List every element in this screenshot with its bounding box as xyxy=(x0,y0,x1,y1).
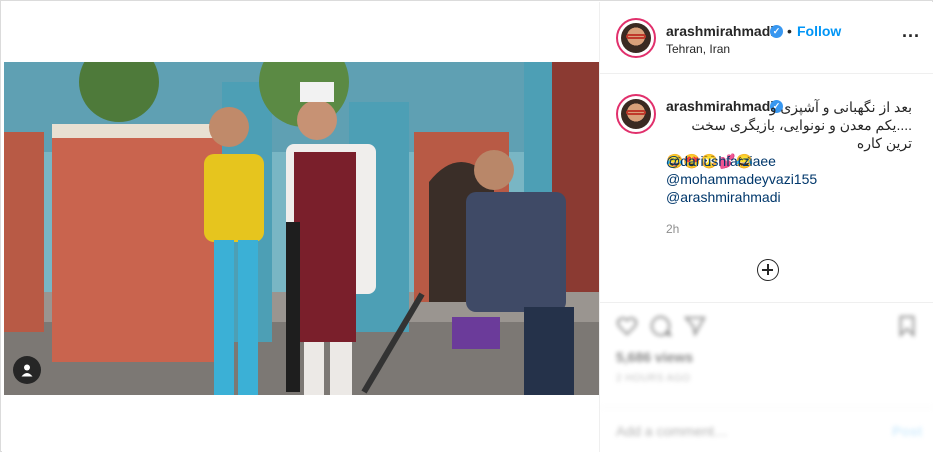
post-media xyxy=(2,2,599,452)
share-icon[interactable] xyxy=(684,315,706,337)
user-tag-icon xyxy=(21,364,33,377)
view-count[interactable]: 5,686 views xyxy=(616,349,693,365)
post-location[interactable]: Tehran, Iran xyxy=(666,42,730,56)
post-actions-section: 5,686 views 2 HOURS AGO Post xyxy=(600,302,933,452)
video-frame xyxy=(4,62,599,395)
author-username[interactable]: arashmirahmadi xyxy=(666,23,774,39)
comment-input[interactable] xyxy=(616,422,856,440)
instagram-post: arashmirahmadi ✓ • Follow Tehran, Iran .… xyxy=(0,0,933,452)
post-date: 2 HOURS AGO xyxy=(616,373,691,384)
mention-link[interactable]: @arashmirahmadi xyxy=(666,188,817,206)
bookmark-icon[interactable] xyxy=(896,315,918,337)
follow-button[interactable]: Follow xyxy=(797,23,841,39)
post-comment-button[interactable]: Post xyxy=(892,423,922,439)
heart-icon[interactable] xyxy=(616,315,638,337)
comment-icon[interactable] xyxy=(650,315,672,337)
caption-line-2: ....یکم معدن و نونوایی، بازیگری سخت ترین… xyxy=(691,117,912,151)
post-video[interactable] xyxy=(4,62,599,395)
author-avatar[interactable] xyxy=(616,18,656,58)
caption-mentions: @dariushfarziaee @mohammadeyvazi155 @ara… xyxy=(666,152,817,206)
caption-avatar[interactable] xyxy=(616,94,656,134)
more-options-icon[interactable]: ... xyxy=(902,22,920,40)
caption-line-1: بعد از نگهبانی و آشپزی و xyxy=(769,99,912,115)
separator-dot: • xyxy=(787,23,792,39)
post-header: arashmirahmadi ✓ • Follow Tehran, Iran .… xyxy=(600,2,933,74)
post-side-panel: arashmirahmadi ✓ • Follow Tehran, Iran .… xyxy=(599,2,933,452)
verified-badge-icon: ✓ xyxy=(770,25,783,38)
user-tag-button[interactable] xyxy=(13,356,41,384)
caption-timestamp: 2h xyxy=(666,222,680,236)
mention-link[interactable]: @dariushfarziaee xyxy=(666,152,817,170)
comment-box: Post xyxy=(600,407,933,453)
plus-circle-icon[interactable] xyxy=(757,259,779,281)
mention-link[interactable]: @mohammadeyvazi155 xyxy=(666,170,817,188)
